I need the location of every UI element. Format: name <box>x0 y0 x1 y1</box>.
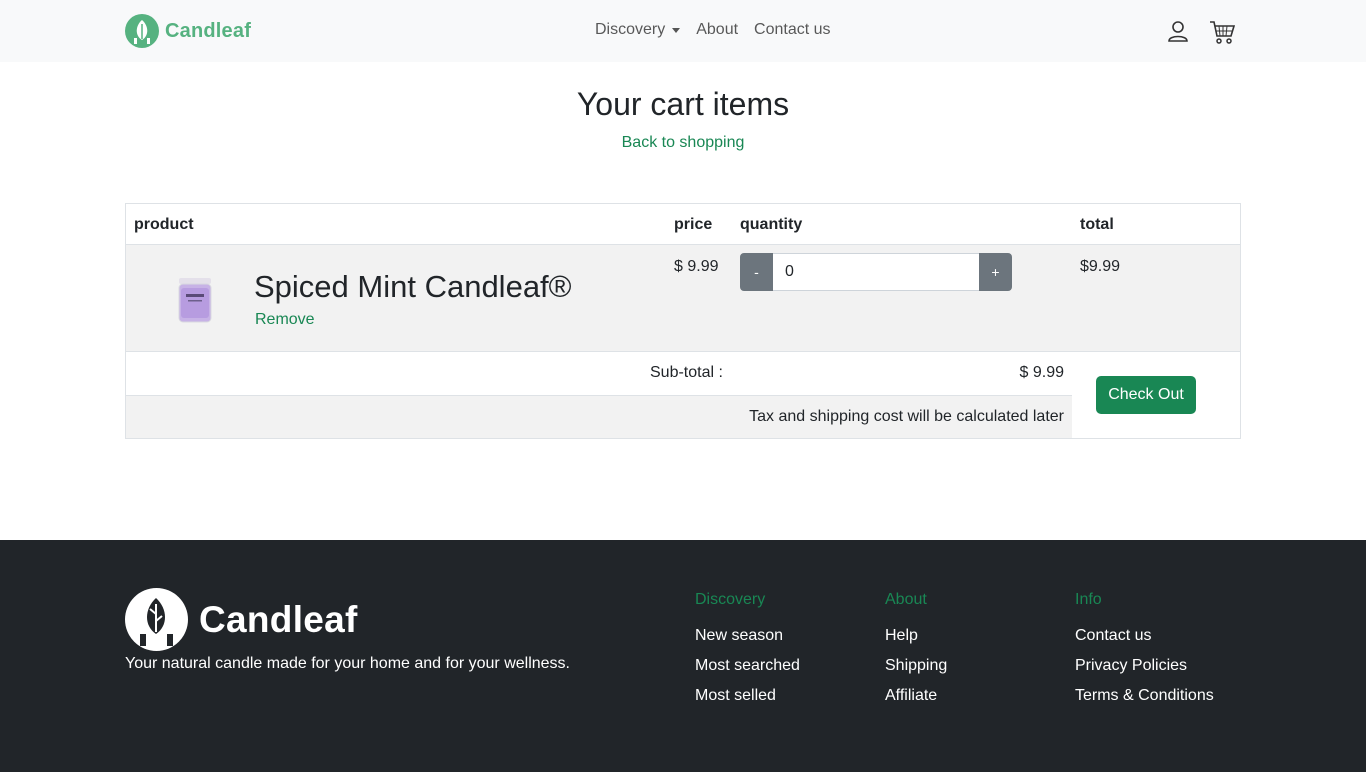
user-icon[interactable] <box>1166 19 1190 45</box>
cart-table-header: product price quantity total <box>126 204 1240 245</box>
footer-link[interactable]: Most searched <box>695 657 800 675</box>
chevron-down-icon <box>672 27 681 33</box>
nav-contact-us[interactable]: Contact us <box>754 21 830 39</box>
leaf-logo-icon <box>125 588 188 651</box>
subtotal-label: Sub-total : <box>650 364 723 381</box>
leaf-logo-icon <box>125 14 159 48</box>
product-thumbnail <box>176 276 214 326</box>
col-quantity-header: quantity <box>740 216 803 233</box>
col-total-header: total <box>1080 216 1114 233</box>
cart-table: product price quantity total Spiced Mint… <box>125 203 1241 439</box>
col-product-header: product <box>134 216 194 233</box>
decrease-quantity-button[interactable]: - <box>740 253 773 291</box>
footer-link[interactable]: Contact us <box>1075 627 1214 645</box>
footer-link[interactable]: Terms & Conditions <box>1075 687 1214 705</box>
site-footer: Candleaf Your natural candle made for yo… <box>0 540 1366 772</box>
tax-note-row: Tax and shipping cost will be calculated… <box>126 396 1072 438</box>
footer-link[interactable]: Privacy Policies <box>1075 657 1214 675</box>
footer-link[interactable]: Most selled <box>695 687 800 705</box>
nav-discovery-label: Discovery <box>595 21 666 38</box>
checkout-button[interactable]: Check Out <box>1096 376 1196 414</box>
subtotal-row: Sub-total : $ 9.99 <box>126 352 1072 396</box>
subtotal-value: $ 9.99 <box>1019 364 1064 381</box>
back-to-shopping-link[interactable]: Back to shopping <box>622 134 745 151</box>
product-price: $ 9.99 <box>674 258 719 275</box>
brand-name: Candleaf <box>165 19 252 42</box>
footer-heading: Discovery <box>695 591 766 608</box>
nav-discovery-dropdown[interactable]: Discovery <box>595 21 681 39</box>
item-total: $9.99 <box>1080 258 1121 275</box>
footer-link[interactable]: Shipping <box>885 657 947 675</box>
footer-column-about: About Help Shipping Affiliate <box>885 591 947 705</box>
nav-about[interactable]: About <box>696 21 738 39</box>
footer-heading: About <box>885 591 927 608</box>
footer-link[interactable]: Affiliate <box>885 687 947 705</box>
col-price-header: price <box>674 216 713 233</box>
quantity-stepper: - + <box>740 253 1016 291</box>
footer-column-info: Info Contact us Privacy Policies Terms &… <box>1075 591 1214 705</box>
footer-link[interactable]: New season <box>695 627 800 645</box>
footer-column-discovery: Discovery New season Most searched Most … <box>695 591 800 705</box>
remove-item-link[interactable]: Remove <box>255 311 315 329</box>
footer-tagline: Your natural candle made for your home a… <box>125 655 570 672</box>
top-navbar: Candleaf Discovery About Contact us <box>0 0 1366 62</box>
nav-icons <box>1166 19 1236 45</box>
main-nav: Discovery About Contact us <box>595 21 831 39</box>
cart-item-row: Spiced Mint Candleaf® Remove $ 9.99 - + … <box>126 245 1240 352</box>
footer-heading: Info <box>1075 591 1102 608</box>
page-title: Your cart items <box>576 86 790 122</box>
footer-brand[interactable]: Candleaf <box>125 588 358 651</box>
cart-icon[interactable] <box>1209 19 1236 45</box>
increase-quantity-button[interactable]: + <box>979 253 1012 291</box>
footer-link[interactable]: Help <box>885 627 947 645</box>
product-name[interactable]: Spiced Mint Candleaf® <box>254 269 572 305</box>
footer-brand-name: Candleaf <box>199 598 358 640</box>
brand-logo-link[interactable]: Candleaf <box>125 14 251 48</box>
quantity-input[interactable] <box>773 253 979 291</box>
tax-note: Tax and shipping cost will be calculated… <box>749 408 1064 425</box>
